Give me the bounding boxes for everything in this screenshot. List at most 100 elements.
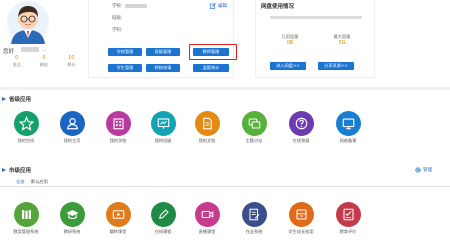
app-label: 我的文档 (198, 138, 216, 143)
avatar[interactable] (7, 0, 49, 44)
app-label: 教育评价 (339, 229, 357, 234)
city-apps-title: 市级应用 (9, 168, 32, 174)
app-label: 我的班级 (154, 138, 172, 143)
disk-title: 网盘使用情况 (261, 4, 295, 10)
books-icon (13, 202, 39, 227)
monitor-icon (335, 111, 361, 136)
city-apps-tabs: 全部 默认应用 (0, 177, 450, 187)
province-apps-title: 省级应用 (9, 97, 32, 103)
app-teaching-research[interactable]: 教研系统 (54, 202, 90, 234)
avatar-image (7, 1, 49, 44)
app-label: 我的空间 (17, 138, 35, 143)
student-manage-button[interactable]: 学生管理 (108, 64, 142, 72)
triangle-icon (2, 97, 6, 101)
app-label: 教案管理系统 (13, 229, 39, 234)
class-manage-button[interactable]: 班级管理 (146, 48, 180, 56)
disk-max-value: 5G (338, 41, 346, 46)
section-divider (0, 87, 450, 90)
app-lesson-prep[interactable]: 网络备课 (330, 111, 366, 143)
app-my-homepage[interactable]: 我的主页 (54, 111, 90, 143)
class-label: 班级: (112, 16, 123, 21)
disk-used: 已用容量 0B (270, 34, 310, 48)
app-label: 主题讨论 (245, 138, 263, 143)
stat-label: 积分 (67, 62, 76, 67)
app-growth-archive[interactable]: 学生成长档案 (283, 202, 319, 234)
play-icon (105, 202, 131, 227)
transfer-apply-button[interactable]: 转校申请 (146, 64, 180, 72)
app-my-space[interactable]: 我的空间 (8, 111, 44, 143)
app-online-qa[interactable]: 在线答疑 (283, 111, 319, 143)
stat-value: 0 (15, 55, 19, 61)
question-icon (288, 111, 314, 136)
checklist-icon (335, 202, 361, 227)
subject-label: 学科: (112, 28, 123, 33)
discussion-icon (241, 111, 267, 136)
stat-value: 0 (42, 55, 46, 61)
app-label: 作业系统 (245, 229, 263, 234)
city-apps-header: 市级应用 (2, 166, 31, 174)
edit-label: 编辑 (218, 4, 227, 9)
app-label: 直播课堂 (198, 229, 216, 234)
stat-points[interactable]: 10 积分 (58, 55, 85, 67)
stat-followers[interactable]: 0 粉丝 (30, 55, 57, 67)
disk-used-value: 0B (286, 41, 294, 46)
app-live-class[interactable]: 直播课堂 (189, 202, 225, 234)
app-my-class[interactable]: 我的班级 (145, 111, 181, 143)
archive-icon (288, 202, 314, 227)
username-prefix: 您好 (3, 49, 15, 55)
triangle-icon (2, 168, 6, 172)
disk-max: 最大容量 5G (322, 34, 362, 48)
enter-disk-button[interactable]: 进入网盘>> (270, 62, 306, 70)
app-label: 翻转课堂 (109, 229, 127, 234)
disk-usage-bar (270, 16, 362, 19)
share-resource-button[interactable]: 分享资源>> (318, 62, 354, 70)
app-label: 在线答疑 (292, 138, 310, 143)
province-apps-header: 省级应用 (2, 95, 31, 103)
building-icon (105, 111, 131, 136)
app-online-courses[interactable]: 在线课程 (145, 202, 181, 234)
tab-default-apps[interactable]: 默认应用 (31, 179, 48, 185)
app-label: 网络备课 (339, 138, 357, 143)
app-homework-system[interactable]: 作业系统 (236, 202, 272, 234)
stat-label: 粉丝 (39, 62, 48, 67)
document-icon (194, 111, 220, 136)
manage-label: 管理 (423, 168, 432, 173)
app-label: 学生成长档案 (288, 229, 314, 234)
user-info-panel: 学校: 班级: 学科: 编辑 学校管理 班级管理 教师管理 学生管理 转校申请 … (88, 0, 234, 78)
edit-icon (210, 3, 216, 9)
tab-all[interactable]: 全部 (16, 179, 24, 185)
user-icon (59, 111, 85, 136)
star-icon (13, 111, 39, 136)
stat-following[interactable]: 0 关注 (3, 55, 30, 67)
app-my-documents[interactable]: 我的文档 (189, 111, 225, 143)
board-icon (150, 111, 176, 136)
video-icon (194, 202, 220, 227)
school-value-redacted (125, 4, 147, 8)
app-topic-discussion[interactable]: 主题讨论 (236, 111, 272, 143)
app-my-school[interactable]: 我的学校 (100, 111, 136, 143)
app-label: 我的主页 (63, 138, 81, 143)
edit-document-icon (241, 202, 267, 227)
username-redacted (21, 47, 39, 52)
pencil-icon (150, 202, 176, 227)
username-suffix: .. (43, 46, 47, 53)
stat-label: 关注 (12, 62, 21, 67)
app-flipped-class[interactable]: 翻转课堂 (100, 202, 136, 234)
app-lesson-plan-system[interactable]: 教案管理系统 (8, 202, 44, 234)
app-label: 教研系统 (63, 229, 81, 234)
school-manage-button[interactable]: 学校管理 (108, 48, 142, 56)
school-label: 学校: (112, 4, 123, 9)
app-label: 在线课程 (154, 229, 172, 234)
top-section: 您好 .. 0 关注 0 粉丝 10 积分 学校: 班级: 学科: 编辑 学校管… (0, 0, 450, 86)
app-education-evaluation[interactable]: 教育评价 (330, 202, 366, 234)
disk-usage-panel: 网盘使用情况 已用容量 0B 最大容量 5G 进入网盘>> 分享资源>> (255, 0, 375, 78)
gear-icon (415, 167, 421, 173)
supervision-stats-button[interactable]: 监管统计 (193, 64, 229, 72)
profile-stats: 0 关注 0 粉丝 10 积分 (3, 55, 85, 67)
stat-value: 10 (68, 55, 75, 61)
graduation-cap-icon (59, 202, 85, 227)
edit-link[interactable]: 编辑 (210, 3, 227, 9)
profile-card: 您好 .. 0 关注 0 粉丝 10 积分 (1, 0, 89, 86)
highlight-box (189, 44, 237, 60)
manage-link[interactable]: 管理 (415, 167, 432, 173)
